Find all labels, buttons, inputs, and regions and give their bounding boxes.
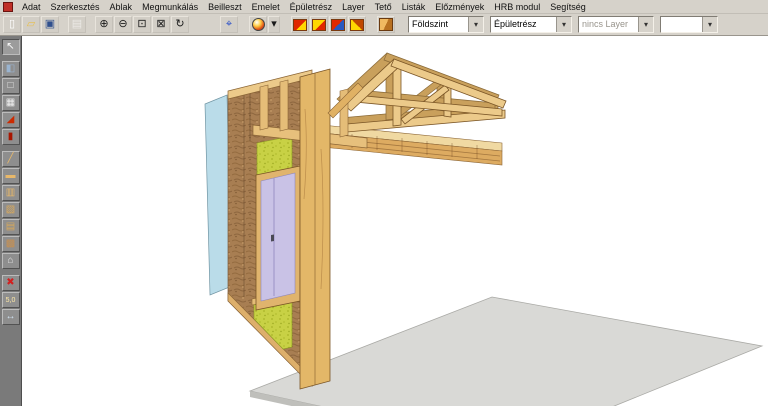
menu-hrb-modul[interactable]: HRB modul bbox=[489, 1, 545, 13]
menu-listak[interactable]: Listák bbox=[397, 1, 431, 13]
view-flag-yellow-icon[interactable] bbox=[310, 16, 328, 33]
zoom-out-icon[interactable]: ⊖ bbox=[114, 16, 132, 33]
beam-diagonal-tool-icon[interactable]: ╱ bbox=[2, 151, 20, 167]
main-toolbar: ▯ ▱ ▣ ▤ ⊕ ⊖ ⊡ ⊠ ↻ ⌖ bbox=[0, 14, 768, 36]
zoom-all-icon[interactable]: ⊠ bbox=[152, 16, 170, 33]
perspective-box-icon[interactable] bbox=[377, 16, 395, 33]
refresh-icon[interactable]: ↻ bbox=[171, 16, 189, 33]
zoom-in-icon[interactable]: ⊕ bbox=[95, 16, 113, 33]
menu-layer[interactable]: Layer bbox=[337, 1, 370, 13]
window-handle bbox=[271, 235, 274, 242]
layer-combo[interactable]: nincs Layer ▾ bbox=[578, 16, 654, 33]
model-canvas[interactable] bbox=[22, 36, 768, 406]
wall-tool-icon[interactable]: ▮ bbox=[2, 129, 20, 145]
select-tool-icon[interactable]: ↖ bbox=[2, 39, 20, 55]
view-flag-red-icon[interactable] bbox=[291, 16, 309, 33]
new-icon[interactable]: ▯ bbox=[3, 16, 21, 33]
measure-tool-icon[interactable]: ↔ bbox=[2, 309, 20, 325]
stud-wall-tool-icon[interactable]: ▤ bbox=[2, 219, 20, 235]
toolbar-buttons: ▯ ▱ ▣ ▤ ⊕ ⊖ ⊡ ⊠ ↻ ⌖ bbox=[3, 16, 396, 33]
menu-items: AdatSzerkesztésAblakMegmunkálásBeilleszt… bbox=[17, 1, 591, 13]
menu-bar: AdatSzerkesztésAblakMegmunkálásBeilleszt… bbox=[0, 0, 768, 14]
hrb-cad-window: { "colors": { "chrome": "#d6d2ca", "left… bbox=[0, 0, 768, 405]
toolbar-combos: Földszint ▾ Épületrész ▾ nincs Layer ▾ ▾ bbox=[408, 16, 724, 33]
house-tool-icon[interactable]: ⌂ bbox=[2, 253, 20, 269]
render-dropdown-icon[interactable]: ▾ bbox=[268, 16, 280, 33]
storey-combo[interactable]: Földszint ▾ bbox=[408, 16, 484, 33]
menu-megmunkalas[interactable]: Megmunkálás bbox=[137, 1, 203, 13]
render-sphere-icon[interactable] bbox=[249, 16, 267, 33]
app-icon bbox=[3, 2, 13, 12]
target-icon[interactable]: ⌖ bbox=[220, 16, 238, 33]
grid-tool-icon[interactable]: ▦ bbox=[2, 95, 20, 111]
frame-tool-icon[interactable]: ▥ bbox=[2, 185, 20, 201]
open-icon[interactable]: ▱ bbox=[22, 16, 40, 33]
window[interactable] bbox=[256, 166, 300, 310]
combo-dropdown-icon[interactable]: ▾ bbox=[702, 17, 717, 32]
save-icon[interactable]: ▣ bbox=[41, 16, 59, 33]
extra-combo[interactable]: ▾ bbox=[660, 16, 718, 33]
building-part-combo[interactable]: Épületrész ▾ bbox=[490, 16, 572, 33]
panel-tool-icon[interactable]: ▧ bbox=[2, 202, 20, 218]
main-area: ↖ ◧ □ ▦ ◢ ▮ ╱ ▬ ▥ ▧ bbox=[0, 36, 768, 406]
print-icon[interactable]: ▤ bbox=[68, 16, 86, 33]
beam-tool-icon[interactable]: ▬ bbox=[2, 168, 20, 184]
menu-beilleszt[interactable]: Beilleszt bbox=[203, 1, 247, 13]
delete-tool-icon[interactable]: ✖ bbox=[2, 275, 20, 291]
roof-truss[interactable] bbox=[337, 53, 506, 132]
drawing-canvas[interactable] bbox=[22, 36, 768, 406]
dimension-tool-icon[interactable]: 5,0 bbox=[2, 292, 20, 308]
menu-adat[interactable]: Adat bbox=[17, 1, 46, 13]
menu-teto[interactable]: Tető bbox=[370, 1, 397, 13]
combo-dropdown-icon[interactable]: ▾ bbox=[468, 17, 483, 32]
menu-emelet[interactable]: Emelet bbox=[247, 1, 285, 13]
window-glass bbox=[261, 173, 295, 301]
menu-epuletresz[interactable]: Épületrész bbox=[285, 1, 338, 13]
zoom-window-icon[interactable]: ⊡ bbox=[133, 16, 151, 33]
tool-palette: ↖ ◧ □ ▦ ◢ ▮ ╱ ▬ ▥ ▧ bbox=[0, 36, 22, 406]
view-flag-gold-icon[interactable] bbox=[348, 16, 366, 33]
menu-ablak[interactable]: Ablak bbox=[105, 1, 138, 13]
menu-segitseg[interactable]: Segítség bbox=[545, 1, 591, 13]
combo-dropdown-icon[interactable]: ▾ bbox=[638, 17, 653, 32]
block-tool-icon[interactable]: ▩ bbox=[2, 236, 20, 252]
view-flag-blue-icon[interactable] bbox=[329, 16, 347, 33]
wireframe-tool-icon[interactable]: □ bbox=[2, 78, 20, 94]
menu-szerkesztes[interactable]: Szerkesztés bbox=[46, 1, 105, 13]
roof-tool-icon[interactable]: ◢ bbox=[2, 112, 20, 128]
view-3d-tool-icon[interactable]: ◧ bbox=[2, 61, 20, 77]
combo-dropdown-icon[interactable]: ▾ bbox=[556, 17, 571, 32]
menu-elozmenyek[interactable]: Előzmények bbox=[430, 1, 489, 13]
